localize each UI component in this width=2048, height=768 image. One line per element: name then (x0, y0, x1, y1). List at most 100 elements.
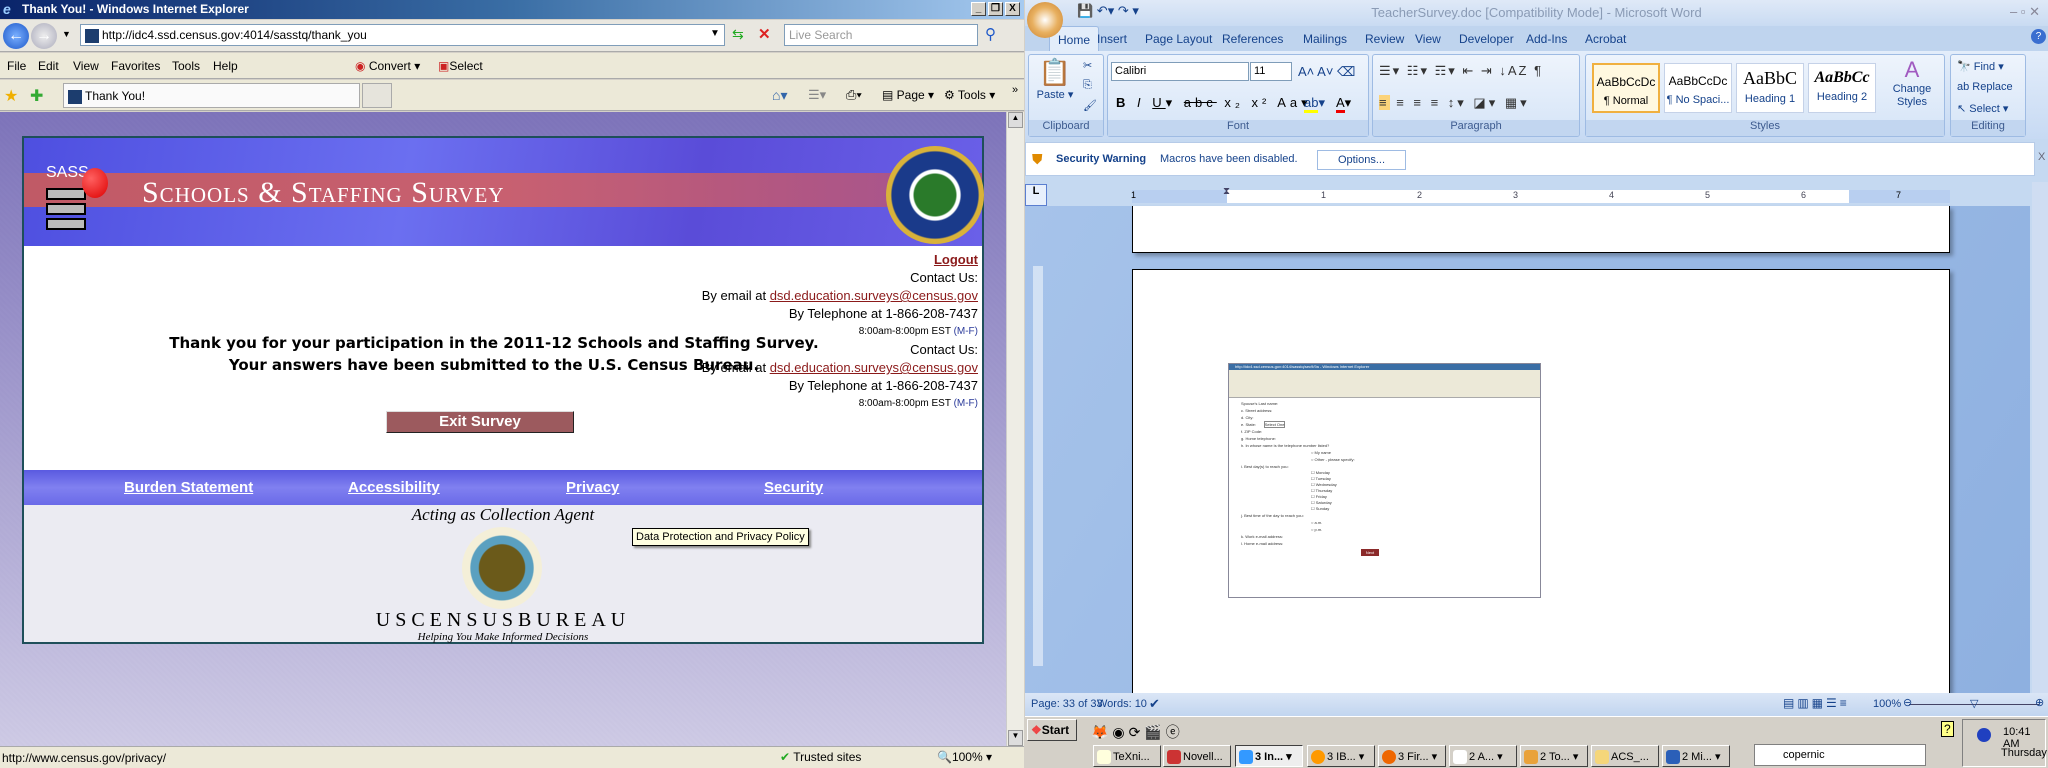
alignment-buttons[interactable]: ≡ ≡ ≡ ≡ ↕▾ ◪▾ ▦▾ (1379, 95, 1530, 111)
chevron-more-icon[interactable]: » (1012, 84, 1018, 96)
burden-statement-link[interactable]: Burden Statement (124, 479, 253, 496)
tab-add-ins[interactable]: Add-Ins (1526, 32, 1567, 46)
word-window-controls[interactable]: – ▫ ✕ (2010, 4, 2040, 20)
page-scrollbar[interactable]: ▲ ▼ (1006, 112, 1024, 746)
format-painter-icon[interactable]: 🖌 (1083, 99, 1097, 112)
address-input[interactable]: http://idc4.ssd.census.gov:4014/sasstq/t… (80, 24, 725, 46)
tab-insert[interactable]: Insert (1097, 32, 1127, 46)
task-to[interactable]: 2 To... ▾ (1520, 745, 1588, 767)
privacy-link[interactable]: Privacy (566, 479, 619, 496)
paste-button[interactable]: 📋 Paste ▾ (1035, 57, 1075, 101)
restore-button[interactable]: ❐ (988, 2, 1003, 16)
history-dropdown-icon[interactable]: ▼ (62, 29, 71, 39)
favorites-star-icon[interactable]: ★ (4, 86, 18, 106)
scroll-down-button[interactable]: ▼ (1008, 730, 1023, 746)
view-buttons[interactable]: ▤▥▦☰≡ (1783, 696, 1850, 710)
live-search-input[interactable]: Live Search (784, 24, 978, 46)
proofing-icon[interactable]: ✔ (1149, 696, 1160, 712)
task-texnic[interactable]: TeXni... (1093, 745, 1161, 767)
task-acs-folder[interactable]: ACS_... (1591, 745, 1659, 767)
menu-edit[interactable]: Edit (38, 59, 59, 73)
security-link[interactable]: Security (764, 479, 823, 496)
quick-access-toolbar[interactable]: 💾 ↶▾ ↷ ▾ (1077, 3, 1139, 19)
zoom-in-icon[interactable]: ⊕ (2035, 696, 2044, 709)
tools-menu[interactable]: ⚙ Tools ▾ (944, 88, 995, 102)
close-warning-icon[interactable]: X (2038, 151, 2045, 163)
style-heading-2[interactable]: AaBbCc Heading 2 (1808, 63, 1876, 113)
new-tab-button[interactable] (362, 83, 392, 108)
indent-marker-icon[interactable]: ⧗ (1223, 186, 1230, 197)
convert-button[interactable]: ◉ Convert ▾ (355, 59, 420, 73)
grow-shrink-font-buttons[interactable]: A˄ A˅ ⌫ (1298, 64, 1355, 80)
start-button[interactable]: ❖Start (1027, 719, 1077, 741)
refresh-button[interactable]: ⇆ (732, 26, 744, 43)
page-count[interactable]: Page: 33 of 33 (1031, 698, 1103, 710)
tab-developer[interactable]: Developer (1459, 32, 1514, 46)
zoom-control[interactable]: 🔍100% ▾ (937, 750, 992, 764)
back-button[interactable]: ← (3, 23, 29, 49)
highlight-color-button[interactable]: ab▾ (1304, 95, 1325, 113)
accessibility-link[interactable]: Accessibility (348, 479, 440, 496)
search-icon[interactable]: ⚲ (985, 25, 996, 43)
help-icon[interactable]: ? (2031, 29, 2046, 44)
close-button[interactable]: X (1005, 2, 1020, 16)
select-button[interactable]: ▣Select (438, 59, 483, 73)
address-dropdown-icon[interactable]: ▼ (710, 28, 720, 39)
print-icon[interactable]: ⎙▾ (846, 87, 862, 103)
stop-button[interactable]: ✕ (758, 25, 771, 43)
zoom-slider-thumb[interactable]: ▽ (1970, 697, 1978, 710)
menu-view[interactable]: View (73, 59, 99, 73)
tab-mailings[interactable]: Mailings (1303, 32, 1347, 46)
list-indent-buttons[interactable]: ☰▾ ☷▾ ☶▾ ⇤ ⇥ ↓AZ ¶ (1379, 63, 1543, 79)
forward-button[interactable]: → (31, 23, 57, 49)
help-tray-icon[interactable]: ? (1941, 721, 1954, 737)
word-scrollbar[interactable] (2032, 182, 2048, 693)
zoom-percent[interactable]: 100% (1873, 698, 1901, 710)
horizontal-ruler[interactable]: L 1 2 3 4 5 6 1 7 ⧗ (1025, 182, 2048, 206)
style-heading-1[interactable]: AaBbC Heading 1 (1736, 63, 1804, 113)
font-format-buttons[interactable]: B I U▾ abc x₂ x² Aa▾ (1116, 95, 1312, 111)
word-count[interactable]: Words: 10 (1097, 698, 1147, 710)
tab-thank-you[interactable]: Thank You! (63, 83, 360, 108)
change-styles-button[interactable]: A Change Styles (1886, 57, 1938, 109)
security-zone[interactable]: ✔ Trusted sites (780, 750, 861, 764)
logout-link[interactable]: Logout (934, 252, 978, 267)
add-favorite-icon[interactable]: ✚ (30, 86, 43, 106)
exit-survey-button[interactable]: Exit Survey (386, 411, 574, 433)
document-page-33[interactable]: http://idc4.ssd.census.gov:4014/sasstq/s… (1132, 269, 1950, 699)
page-menu[interactable]: ▤ Page ▾ (882, 88, 934, 102)
task-firefox[interactable]: 3 Fir... ▾ (1378, 745, 1446, 767)
zoom-out-icon[interactable]: ⊖ (1903, 696, 1912, 709)
task-internet-explorer[interactable]: 3 In... ▾ (1235, 745, 1303, 767)
style-no-spacing[interactable]: AaBbCcDc ¶ No Spaci... (1664, 63, 1732, 113)
menu-tools[interactable]: Tools (172, 59, 200, 73)
email-link-2[interactable]: dsd.education.surveys@census.gov (770, 360, 978, 375)
tab-page-layout[interactable]: Page Layout (1145, 32, 1212, 46)
feeds-icon[interactable]: ☰▾ (808, 87, 826, 103)
scroll-up-button[interactable]: ▲ (1008, 112, 1023, 128)
task-ib[interactable]: 3 IB... ▾ (1307, 745, 1375, 767)
menu-favorites[interactable]: Favorites (111, 59, 160, 73)
office-button[interactable] (1027, 2, 1063, 38)
document-page-32[interactable] (1132, 206, 1950, 253)
menu-file[interactable]: File (7, 59, 26, 73)
minimize-button[interactable]: _ (971, 2, 986, 16)
home-icon[interactable]: ⌂▾ (772, 87, 787, 104)
replace-button[interactable]: ab Replace (1957, 81, 2013, 93)
tab-references[interactable]: References (1222, 32, 1283, 46)
font-color-button[interactable]: A▾ (1336, 95, 1351, 113)
tab-review[interactable]: Review (1365, 32, 1404, 46)
menu-help[interactable]: Help (213, 59, 238, 73)
style-normal[interactable]: AaBbCcDc ¶ Normal (1592, 63, 1660, 113)
tray-icon[interactable] (1977, 728, 1991, 742)
email-link[interactable]: dsd.education.surveys@census.gov (770, 288, 978, 303)
tab-acrobat[interactable]: Acrobat (1585, 32, 1626, 46)
quick-launch-icons[interactable]: 🦊◉⟳🎬ⓔ (1091, 722, 1184, 742)
select-button-word[interactable]: ↖ Select ▾ (1957, 102, 2008, 115)
tab-selector-icon[interactable]: L (1025, 184, 1047, 206)
cut-icon[interactable]: ✂ (1083, 59, 1092, 72)
copy-icon[interactable]: ⎘ (1083, 79, 1092, 92)
embedded-screenshot[interactable]: http://idc4.ssd.census.gov:4014/sasstq/s… (1228, 363, 1541, 598)
copernic-search[interactable]: copernic (1754, 744, 1926, 766)
find-button[interactable]: 🔭 Find ▾ (1957, 60, 2004, 73)
